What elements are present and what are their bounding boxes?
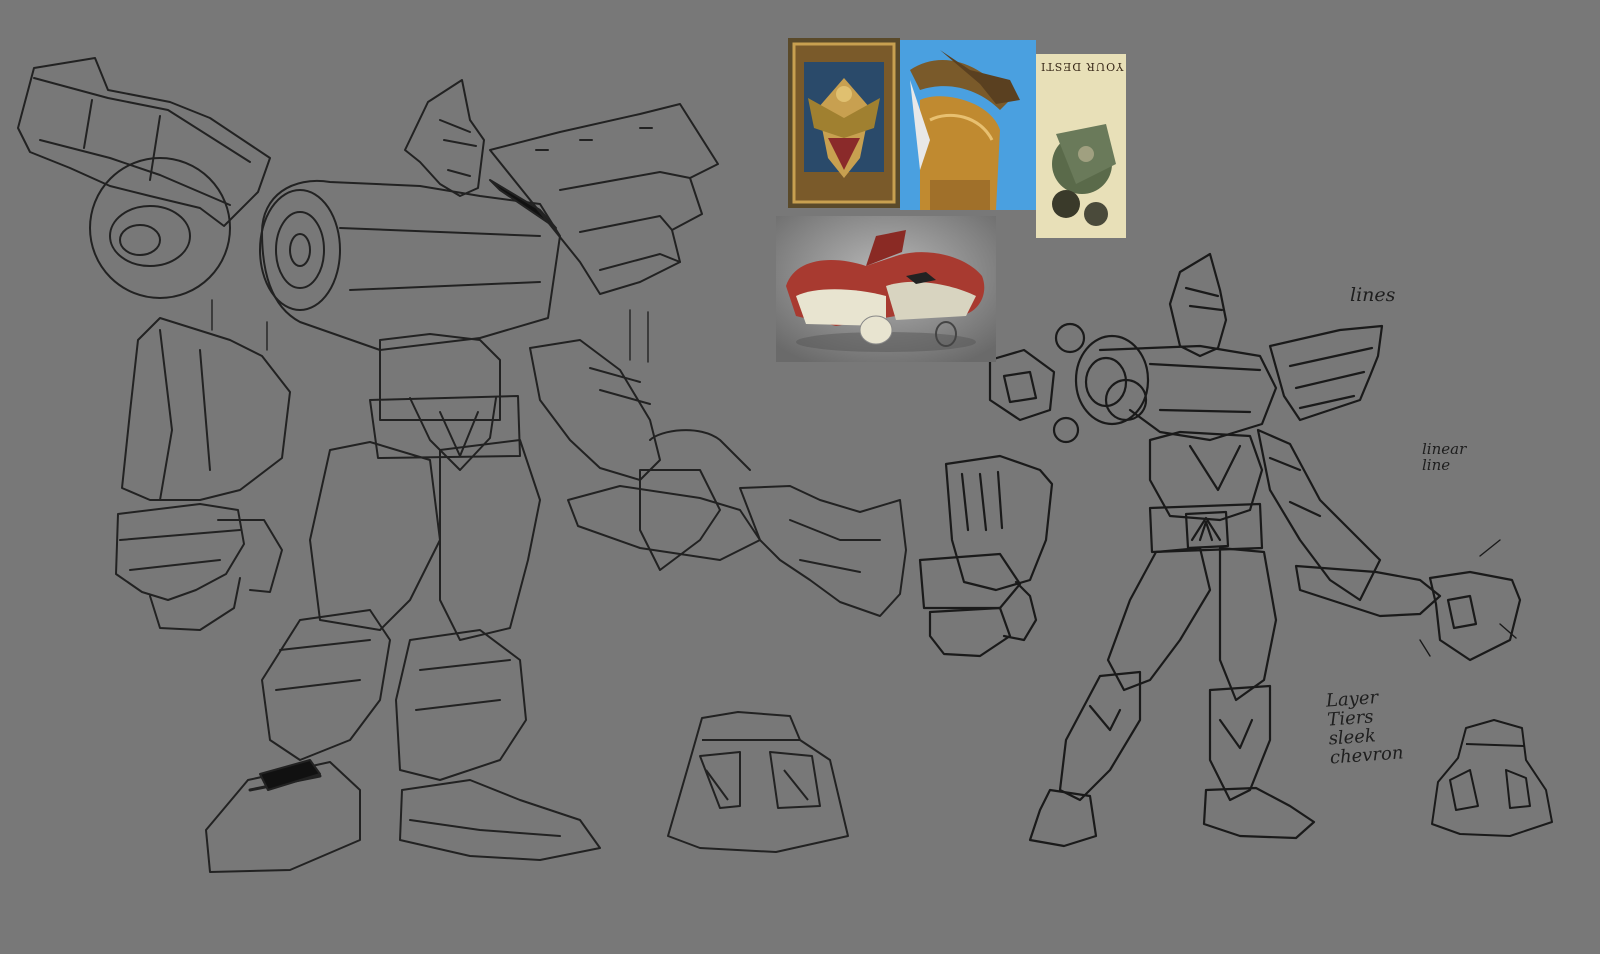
reference-art-deco-eagle xyxy=(788,38,900,208)
annotation-linear-line: linear line xyxy=(1422,440,1467,474)
poster-caption: YOUR DESTI xyxy=(1040,60,1124,73)
annotation-lines: lines xyxy=(1350,284,1396,306)
reference-golden-column xyxy=(900,40,1036,210)
reference-hover-bike xyxy=(776,216,996,362)
reference-poster: YOUR DESTI xyxy=(1036,54,1126,238)
annotation-layer-notes: Layer Tiers sleek chevron xyxy=(1325,687,1405,769)
